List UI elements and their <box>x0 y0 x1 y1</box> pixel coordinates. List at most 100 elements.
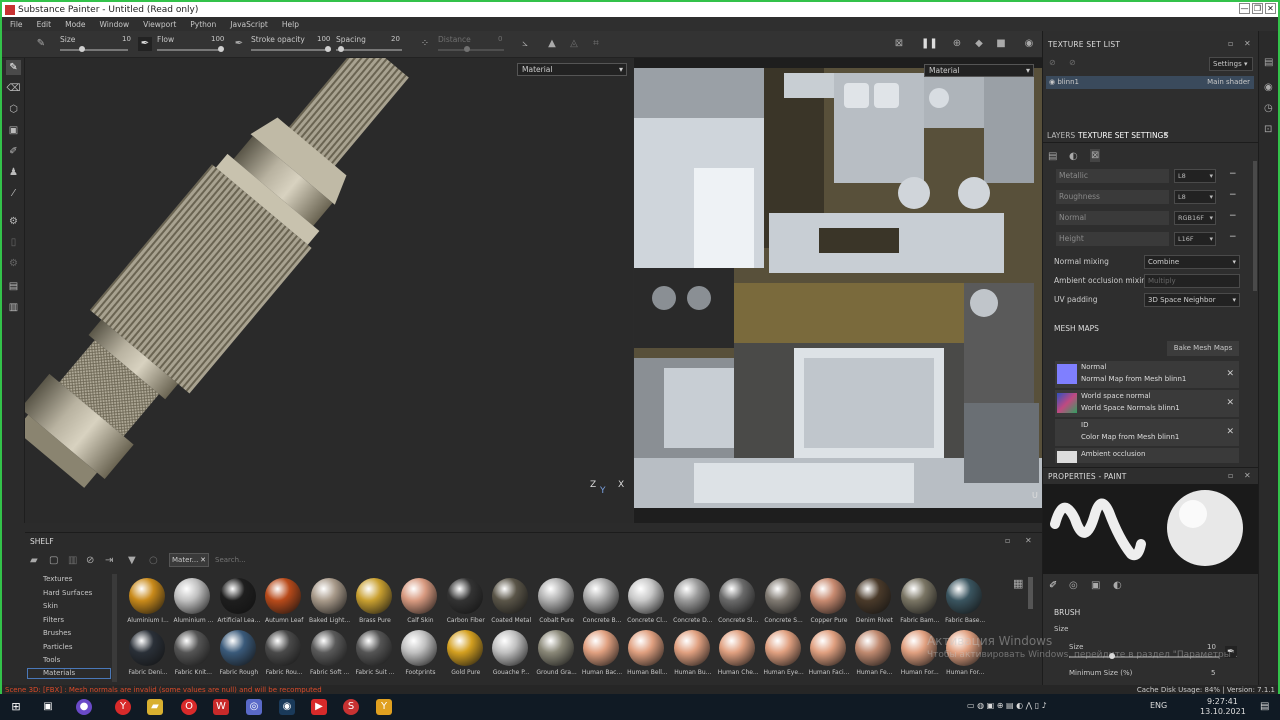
remove-mesh-map-icon[interactable]: ✕ <box>1226 369 1234 379</box>
flow-control[interactable]: Flow 100 <box>157 35 237 55</box>
task-view-icon[interactable]: ▣ <box>40 699 56 715</box>
tray-icons[interactable]: ▭ ◍ ▣ ⊕ ▤ ◐ ⋀ ▯ ♪ <box>967 701 1047 710</box>
tab-layers[interactable]: LAYERS <box>1047 131 1075 140</box>
float-panel-icon[interactable]: ▫ <box>1228 471 1233 480</box>
material-item[interactable]: Concrete Sl... <box>715 578 759 636</box>
eraser-icon[interactable]: ⌫ <box>6 81 21 96</box>
float-shelf-icon[interactable]: ▫ <box>1005 536 1010 545</box>
menu-mode[interactable]: Mode <box>57 20 91 29</box>
channel-format-dropdown[interactable]: L16F <box>1174 232 1216 246</box>
app-icon-w[interactable]: W <box>213 699 229 715</box>
status-message[interactable]: Scene 3D: [FBX] : Mesh normals are inval… <box>5 686 322 694</box>
material-item[interactable]: Fabric Bam... <box>897 578 941 636</box>
2d-uv-viewport[interactable]: Material U <box>634 58 1042 523</box>
remove-filter-icon[interactable]: ✕ <box>200 554 206 566</box>
normal-mixing-dropdown[interactable]: Combine <box>1144 255 1240 269</box>
material-item[interactable]: Concrete S... <box>761 578 805 636</box>
flow-value[interactable]: 100 <box>211 35 224 43</box>
stroke-opacity-slider-handle[interactable] <box>325 46 331 52</box>
category-textures[interactable]: Textures <box>43 575 72 583</box>
flow-pen-pressure-icon[interactable]: ✒ <box>232 37 246 51</box>
symmetry-mode-icon[interactable]: ◬ <box>567 37 581 51</box>
shelf-filter-tag[interactable]: Mater... ✕ <box>169 553 209 567</box>
app-icon-1[interactable]: ● <box>76 699 92 715</box>
clone-icon[interactable]: ♟ <box>6 165 21 180</box>
menu-viewport[interactable]: Viewport <box>135 20 182 29</box>
material-item[interactable]: Carbon Fiber <box>443 578 487 636</box>
material-item[interactable]: Human Bac... <box>579 630 623 688</box>
brush-settings-icon[interactable]: ✎ <box>34 37 48 51</box>
2d-view-icon[interactable]: ■ <box>994 37 1008 51</box>
flow-slider-handle[interactable] <box>218 46 224 52</box>
grid-view-icon[interactable]: ▦ <box>1013 577 1023 590</box>
category-materials[interactable]: Materials <box>27 668 111 679</box>
opera-icon[interactable]: O <box>181 699 197 715</box>
remove-channel-button[interactable]: − <box>1229 190 1237 200</box>
material-item[interactable]: Artificial Lea... <box>216 578 260 636</box>
history-icon[interactable]: ◷ <box>1264 103 1273 114</box>
material-item[interactable]: Concrete B... <box>579 578 623 636</box>
steam-icon[interactable]: ◉ <box>279 699 295 715</box>
material-item[interactable]: Gouache P... <box>488 630 532 688</box>
color-picker-icon[interactable]: ⁄ <box>6 186 21 201</box>
menu-file[interactable]: File <box>2 20 29 29</box>
close-tab-icon[interactable]: ✕ <box>1163 130 1169 139</box>
app-icon-discord[interactable]: ◎ <box>246 699 262 715</box>
substance-painter-taskbar-icon[interactable]: S <box>343 699 359 715</box>
material-item[interactable]: Aluminium I... <box>125 578 169 636</box>
material-item[interactable]: Gold Pure <box>443 630 487 688</box>
size-slider[interactable] <box>60 49 128 51</box>
stencil-tab-icon[interactable]: ▣ <box>1091 580 1100 591</box>
windows-start-icon[interactable]: ⊞ <box>8 699 24 715</box>
size-pen-pressure-icon[interactable]: ✒ <box>138 37 152 51</box>
new-folder-icon[interactable]: ▢ <box>49 555 58 566</box>
category-tools[interactable]: Tools <box>43 656 60 664</box>
log-icon[interactable]: ⊡ <box>1264 124 1272 135</box>
material-item[interactable]: Denim Rivet <box>851 578 895 636</box>
category-scrollbar[interactable] <box>112 574 117 682</box>
remove-channel-button[interactable]: − <box>1229 211 1237 221</box>
texture-set-shader[interactable]: Main shader <box>1207 76 1250 89</box>
settings-icon[interactable]: ⚙ <box>6 256 21 271</box>
material-item[interactable]: Concrete Cl... <box>624 578 668 636</box>
flow-slider[interactable] <box>157 49 223 51</box>
size-slider-handle[interactable] <box>79 46 85 52</box>
brush-tab-icon[interactable]: ✐ <box>1049 580 1057 591</box>
viewer-settings-icon[interactable]: ▤ <box>6 279 21 294</box>
mesh-map-normal[interactable]: Normal Normal Map from Mesh blinn1 ✕ <box>1055 361 1239 388</box>
category-hard-surfaces[interactable]: Hard Surfaces <box>43 589 92 597</box>
crop-icon[interactable]: ⌗ <box>589 37 603 51</box>
material-item[interactable]: Human Che... <box>715 630 759 688</box>
close-panel-icon[interactable]: ✕ <box>1244 471 1251 480</box>
spacing-slider[interactable] <box>336 49 402 51</box>
bake-mesh-maps-button[interactable]: Bake Mesh Maps <box>1167 341 1239 356</box>
material-item[interactable]: Baked Light... <box>307 578 351 636</box>
size-control[interactable]: Size 10 <box>60 35 140 55</box>
minimize-button[interactable]: — <box>1239 3 1250 14</box>
close-shelf-icon[interactable]: ✕ <box>1025 536 1032 545</box>
material-item[interactable]: Human Eye... <box>761 630 805 688</box>
menu-help[interactable]: Help <box>274 20 305 29</box>
mesh-map-id[interactable]: ID Color Map from Mesh blinn1 ✕ <box>1055 419 1239 446</box>
alignment-icon[interactable]: ⦣ <box>518 37 532 51</box>
float-panel-icon[interactable]: ▫ <box>1228 39 1233 48</box>
channels-icon[interactable]: ◐ <box>1069 151 1078 162</box>
material-item[interactable]: Brass Pure <box>352 578 396 636</box>
refresh-icon[interactable]: ○ <box>149 555 158 566</box>
3d-view-icon[interactable]: ◆ <box>972 37 986 51</box>
settings-scrollbar[interactable] <box>1253 161 1257 291</box>
remove-mesh-map-icon[interactable]: ✕ <box>1226 427 1234 437</box>
close-button[interactable]: ✕ <box>1265 3 1276 14</box>
texture-set-tool-icon-2[interactable]: ⊘ <box>1069 58 1076 67</box>
uv-padding-dropdown[interactable]: 3D Space Neighbor <box>1144 293 1240 307</box>
channel-format-dropdown[interactable]: L8 <box>1174 169 1216 183</box>
app-icon-red[interactable]: ▶ <box>311 699 327 715</box>
split-view-icon[interactable]: ⊕ <box>950 37 964 51</box>
category-filters[interactable]: Filters <box>43 616 64 624</box>
material-item[interactable]: Human Faci... <box>806 630 850 688</box>
visibility-eye-icon[interactable]: ◉ <box>1049 78 1055 86</box>
smudge-icon[interactable]: ✐ <box>6 144 21 159</box>
menu-window[interactable]: Window <box>92 20 136 29</box>
menu-javascript[interactable]: JavaScript <box>222 20 274 29</box>
texture-set-tool-icon[interactable]: ⊘ <box>1049 58 1056 67</box>
